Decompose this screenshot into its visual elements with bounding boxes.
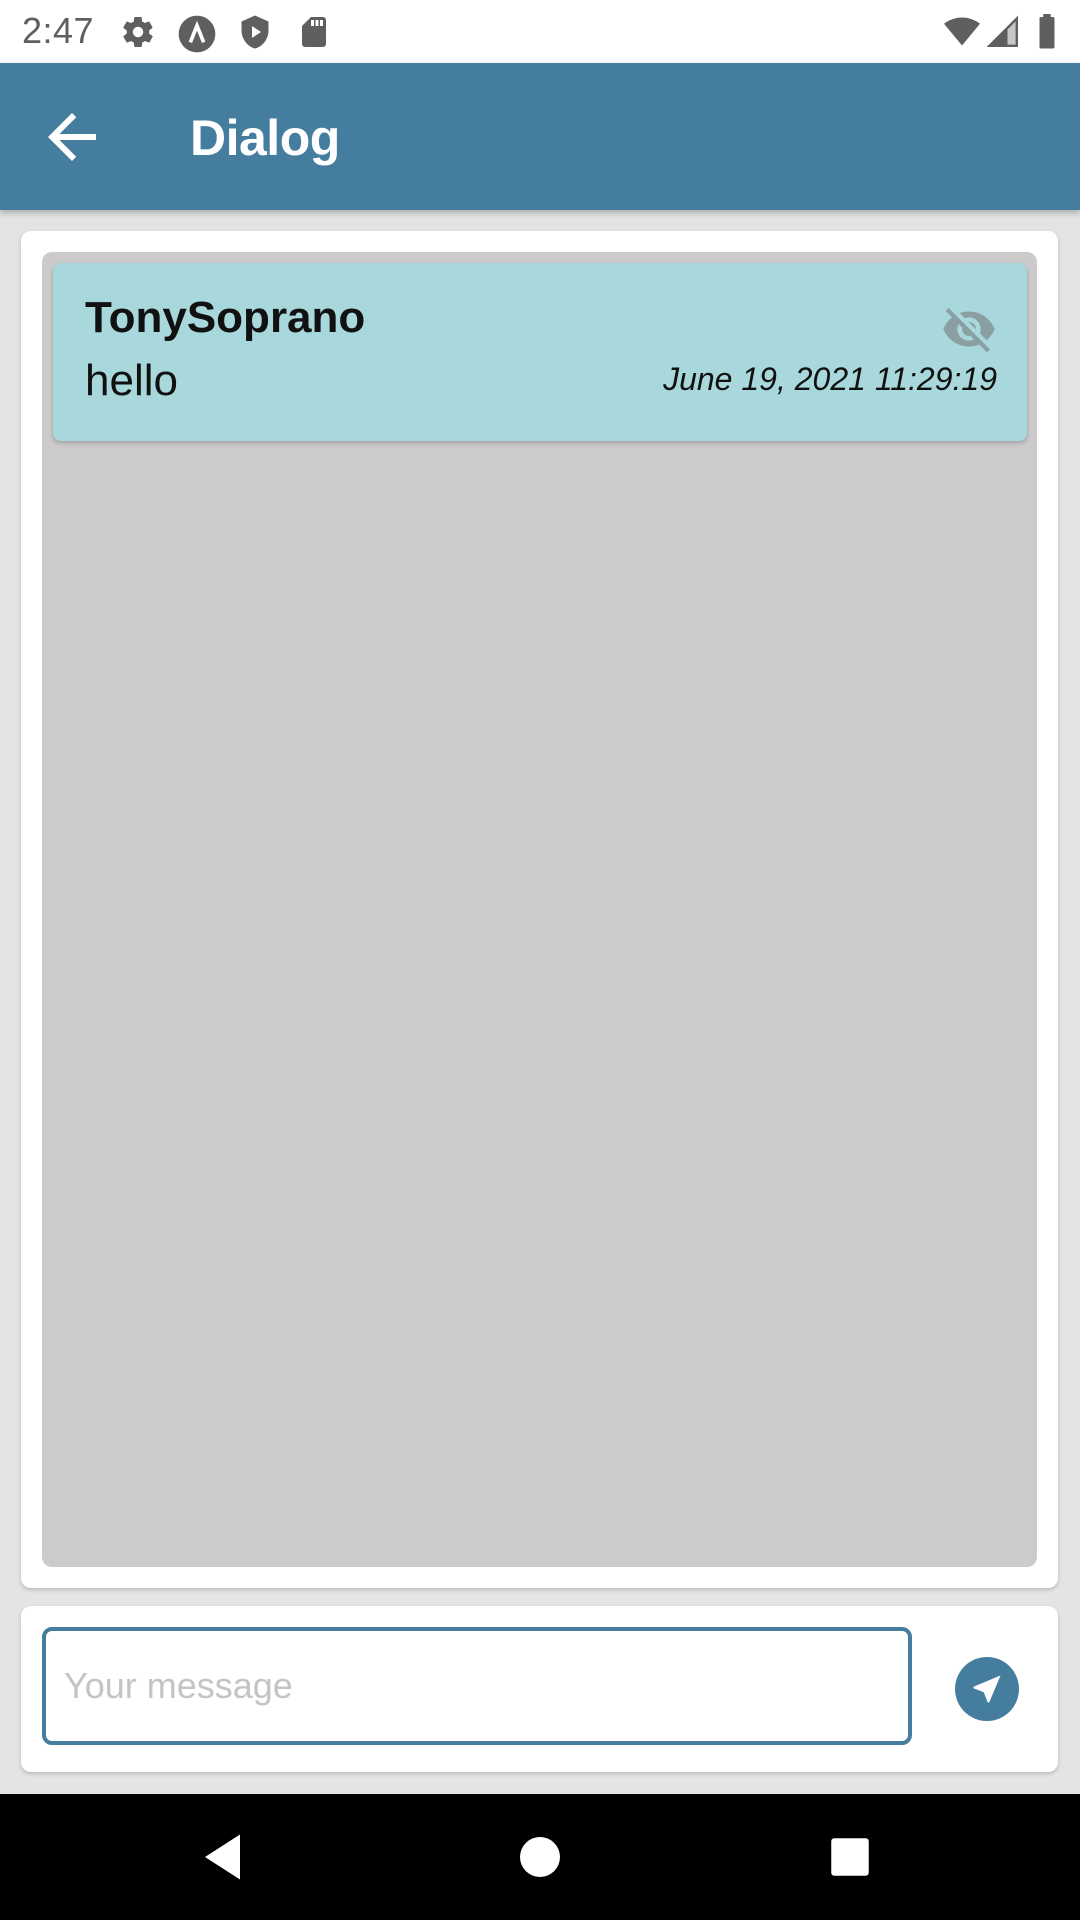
app-a-icon [177, 14, 216, 53]
message-text: hello [85, 356, 178, 405]
back-button[interactable] [36, 101, 108, 173]
settings-icon [120, 14, 156, 50]
message-input[interactable] [42, 1627, 912, 1745]
signal-icon [985, 14, 1021, 50]
status-bar: 2:47 [0, 0, 1080, 63]
status-time: 2:47 [22, 10, 95, 51]
eye-off-icon [941, 301, 997, 357]
nav-recents-button[interactable] [820, 1827, 880, 1887]
system-nav-bar [0, 1794, 1080, 1920]
message-timestamp: June 19, 2021 11:29:19 [663, 361, 997, 397]
nav-back-button[interactable] [195, 1827, 255, 1887]
battery-icon [1035, 14, 1071, 50]
message-list[interactable]: TonySoprano hello June 19, 2021 11:29:19 [42, 252, 1037, 1567]
app-bar: Dialog [0, 63, 1080, 210]
nav-home-button[interactable] [510, 1827, 570, 1887]
page-title: Dialog [190, 110, 340, 166]
composer [21, 1606, 1058, 1772]
back-triangle-icon [205, 1834, 240, 1880]
message-author: TonySoprano [85, 293, 366, 342]
sd-card-icon [296, 14, 332, 50]
arrow-back-icon [48, 113, 96, 161]
chat-card: TonySoprano hello June 19, 2021 11:29:19 [21, 231, 1058, 1588]
recents-square-icon [831, 1838, 869, 1876]
wifi-icon [942, 14, 980, 50]
screen: 2:47 Dialog TonySoprano hello June 19, 2… [0, 0, 1080, 1920]
message-bubble[interactable]: TonySoprano hello June 19, 2021 11:29:19 [53, 263, 1027, 441]
home-circle-icon [520, 1837, 560, 1877]
shield-play-icon [237, 14, 273, 50]
send-button[interactable] [955, 1657, 1019, 1721]
navigation-arrow-icon [973, 1675, 1001, 1703]
